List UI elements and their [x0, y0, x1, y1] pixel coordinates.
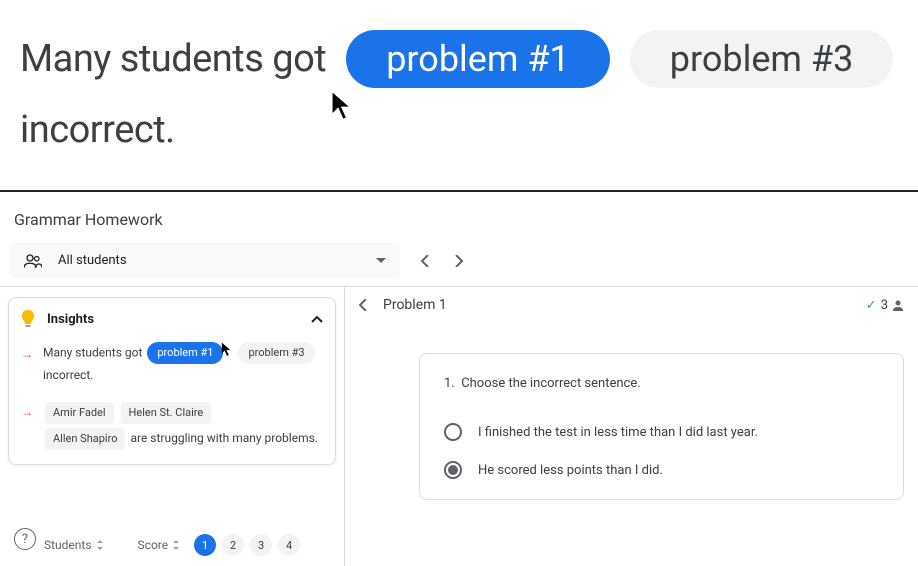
- question-text: 1. Choose the incorrect sentence.: [444, 376, 879, 391]
- back-button[interactable]: [359, 299, 367, 311]
- problem-pill-3[interactable]: problem #3: [630, 30, 894, 88]
- problem-panel: Problem 1 ✓ 3 1. Choose the incorrect se…: [345, 287, 918, 566]
- sidebar: Insights → Many students got problem #1 …: [0, 287, 345, 566]
- insight-text: Many students got: [43, 345, 142, 359]
- prev-button[interactable]: [420, 255, 430, 267]
- option-2[interactable]: He scored less points than I did.: [444, 451, 879, 489]
- overlay-text-suffix: incorrect.: [20, 108, 898, 152]
- page-2[interactable]: 2: [222, 534, 244, 556]
- problem-title: Problem 1: [383, 297, 447, 313]
- insight-text: incorrect.: [43, 368, 93, 382]
- cursor-icon: [330, 90, 356, 126]
- insight-text: are struggling with many problems.: [130, 431, 318, 445]
- insight-item-2: → Amir Fadel Helen St. Claire Allen Shap…: [21, 400, 323, 452]
- student-chip[interactable]: Amir Fadel: [45, 402, 114, 424]
- sort-icon: [172, 540, 180, 550]
- insights-toggle[interactable]: Insights: [21, 310, 323, 328]
- page-4[interactable]: 4: [278, 534, 300, 556]
- table-header-row: Students Score 1 2 3 4: [8, 524, 336, 556]
- page-title: Grammar Homework: [14, 210, 904, 229]
- students-dropdown[interactable]: All students: [10, 243, 400, 278]
- student-chip[interactable]: Helen St. Claire: [121, 402, 212, 424]
- radio-unselected: [444, 423, 462, 441]
- option-1[interactable]: I finished the test in less time than I …: [444, 413, 879, 451]
- arrow-icon: →: [21, 402, 33, 452]
- page-1[interactable]: 1: [194, 534, 216, 556]
- problem-chip-3[interactable]: problem #3: [238, 342, 314, 364]
- chevron-up-icon: [311, 315, 323, 323]
- person-icon: [892, 299, 904, 311]
- arrow-icon: →: [21, 344, 33, 386]
- problem-pill-1[interactable]: problem #1: [346, 30, 610, 88]
- radio-selected: [444, 461, 462, 479]
- filter-bar: All students: [0, 243, 918, 278]
- student-chip[interactable]: Allen Shapiro: [45, 428, 125, 450]
- chevron-down-icon: [376, 258, 386, 264]
- next-button[interactable]: [454, 255, 464, 267]
- correct-count: ✓ 3: [866, 298, 904, 313]
- help-button[interactable]: ?: [14, 528, 36, 550]
- overlay-text-prefix: Many students got: [20, 37, 326, 81]
- nav-arrows: [420, 255, 464, 267]
- check-icon: ✓: [866, 298, 877, 313]
- insight-item-1: → Many students got problem #1 problem #…: [21, 342, 323, 386]
- cursor-icon: [221, 342, 233, 365]
- page-3[interactable]: 3: [250, 534, 272, 556]
- sort-score[interactable]: Score: [138, 538, 181, 552]
- insights-title: Insights: [47, 312, 94, 327]
- problem-chip-1[interactable]: problem #1: [147, 342, 223, 364]
- sort-icon: [96, 540, 104, 550]
- lightbulb-icon: [21, 310, 35, 328]
- dropdown-label: All students: [58, 253, 127, 268]
- people-icon: [24, 254, 42, 268]
- app-header: Grammar Homework: [0, 192, 918, 243]
- question-card: 1. Choose the incorrect sentence. I fini…: [419, 353, 904, 500]
- insights-card: Insights → Many students got problem #1 …: [8, 297, 336, 465]
- overlay-banner: Many students got problem #1 problem #3 …: [0, 0, 918, 172]
- pagination: 1 2 3 4: [194, 534, 300, 556]
- sort-students[interactable]: Students: [44, 538, 104, 552]
